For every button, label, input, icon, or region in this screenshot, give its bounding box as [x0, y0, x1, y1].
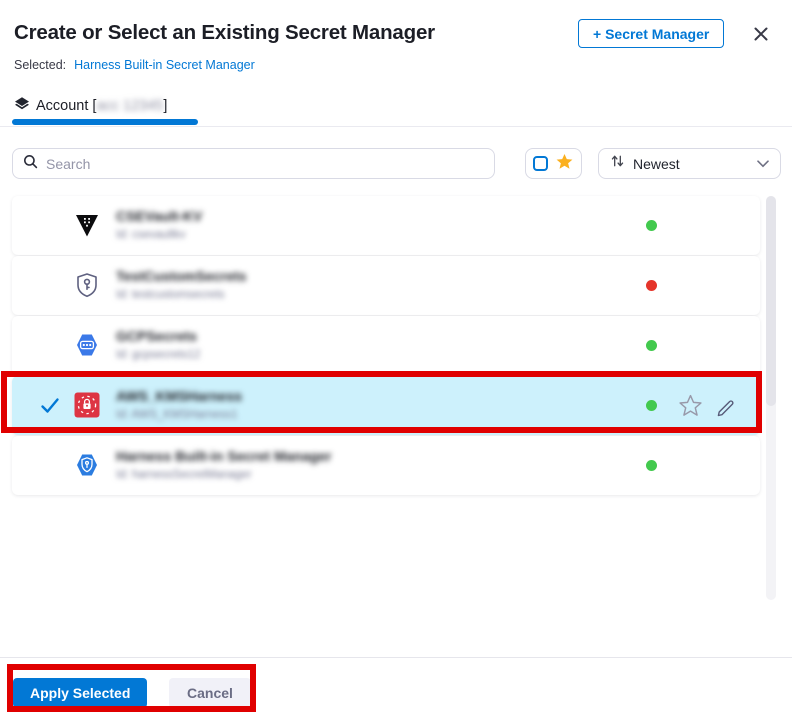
status-dot-connected [646, 400, 657, 411]
gcp-secret-manager-icon [73, 331, 101, 359]
selected-line: Selected: Harness Built-in Secret Manage… [14, 58, 255, 72]
vault-icon [73, 211, 101, 239]
secret-manager-name: Harness Built-in Secret Manager [116, 448, 332, 464]
favorite-star-icon[interactable] [678, 393, 703, 423]
favorites-checkbox[interactable] [533, 156, 548, 171]
favorites-filter[interactable] [525, 148, 582, 179]
tab-account[interactable]: Account [acc 12345] [14, 96, 167, 116]
secret-manager-name: CSEVault-KV [116, 208, 202, 224]
tab-bar: Account [acc 12345] [0, 92, 792, 127]
status-dot-connected [646, 220, 657, 231]
secret-manager-id: Id: gcpsecrets12 [116, 349, 200, 361]
scrollbar-thumb[interactable] [766, 196, 776, 406]
chevron-down-icon [757, 155, 769, 173]
secret-manager-id: Id: csevaultkv [116, 229, 202, 241]
secret-manager-row-aws-kms-selected[interactable]: AWS_KMSHarness Id: AWS_KMSHarness1 [12, 376, 760, 435]
secret-manager-name: AWS_KMSHarness [116, 388, 242, 404]
tab-account-label-suffix: ] [163, 98, 167, 114]
status-dot-connected [646, 340, 657, 351]
sort-dropdown[interactable]: Newest [598, 148, 781, 179]
secret-manager-name: GCPSecrets [116, 328, 200, 344]
list-scrollbar[interactable] [766, 196, 776, 600]
footer-divider [0, 657, 792, 658]
active-tab-indicator [12, 119, 198, 125]
status-dot-failed [646, 280, 657, 291]
edit-pencil-icon[interactable] [715, 395, 737, 422]
close-icon[interactable] [751, 24, 771, 44]
selected-label: Selected: [14, 58, 66, 72]
secret-manager-row-vault[interactable]: CSEVault-KV Id: csevaultkv [12, 196, 760, 255]
star-filter-icon [555, 152, 574, 176]
apply-selected-button[interactable]: Apply Selected [13, 678, 147, 708]
secret-manager-name: TestCustomSecrets [116, 268, 246, 284]
secret-manager-modal: Create or Select an Existing Secret Mana… [0, 0, 792, 719]
search-input[interactable] [46, 156, 484, 172]
secret-manager-row-gcp[interactable]: GCPSecrets Id: gcpsecrets12 [12, 316, 760, 375]
page-title: Create or Select an Existing Secret Mana… [14, 21, 435, 45]
secret-manager-id: Id: AWS_KMSHarness1 [116, 409, 242, 421]
search-icon [23, 154, 38, 174]
secret-manager-row-harness-builtin[interactable]: Harness Built-in Secret Manager Id: harn… [12, 436, 760, 495]
layers-icon [14, 96, 30, 116]
tab-account-count-blurred: acc 12345 [96, 98, 163, 114]
sort-icon [610, 153, 625, 174]
new-secret-manager-button[interactable]: + Secret Manager [578, 19, 724, 48]
secret-manager-id: Id: harnessSecretManager [116, 469, 332, 481]
secret-manager-row-custom[interactable]: TestCustomSecrets Id: testcustomsecrets [12, 256, 760, 315]
search-box [12, 148, 495, 179]
tab-account-label: Account [ [36, 98, 96, 114]
status-dot-connected [646, 460, 657, 471]
selected-secret-manager-link[interactable]: Harness Built-in Secret Manager [74, 58, 255, 72]
cancel-button[interactable]: Cancel [169, 678, 251, 708]
secret-manager-list: CSEVault-KV Id: csevaultkv TestCustomSec… [12, 196, 760, 496]
custom-secret-manager-icon [73, 271, 101, 299]
secret-manager-id: Id: testcustomsecrets [116, 289, 246, 301]
sort-selected-value: Newest [633, 156, 680, 172]
harness-secret-manager-icon [73, 451, 101, 479]
selected-check-icon [40, 397, 60, 419]
aws-kms-icon [73, 391, 101, 419]
